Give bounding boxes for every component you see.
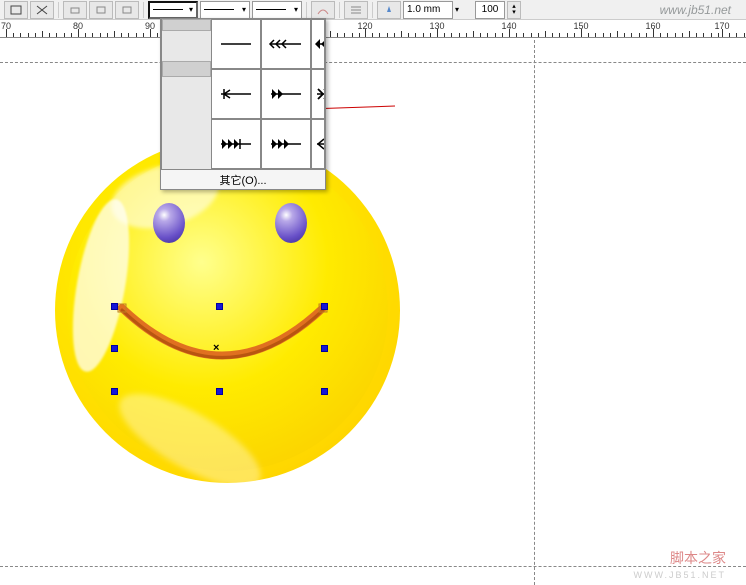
selection-center-mark: ×	[213, 342, 219, 354]
arrowhead-option-double-forward[interactable]	[261, 69, 311, 119]
chevron-down-icon: ▾	[189, 5, 193, 14]
guide-horizontal[interactable]	[0, 566, 746, 567]
line-sample	[256, 9, 286, 10]
selection-handle[interactable]	[111, 303, 118, 310]
selection-handle[interactable]	[111, 345, 118, 352]
arrowhead-other-button[interactable]: 其它(O)...	[161, 169, 325, 189]
watermark-brand-sub: WWW.JB51.NET	[633, 570, 726, 580]
arrowhead-option-simple-back[interactable]	[311, 119, 325, 169]
guide-horizontal[interactable]	[0, 62, 746, 63]
spinner-buttons[interactable]: ▴▾	[507, 1, 521, 19]
canvas-area[interactable]	[0, 38, 746, 583]
arrowhead-option-double-forward-open[interactable]	[311, 69, 325, 119]
pen-tool-button[interactable]	[377, 1, 401, 19]
tool-button-curve[interactable]	[311, 1, 335, 19]
tool-button-2[interactable]	[30, 1, 54, 19]
properties-toolbar: ▾ ▾ ▾ ▾ ▴▾	[0, 0, 746, 20]
toolbar-divider	[306, 2, 307, 18]
selection-handle[interactable]	[321, 345, 328, 352]
chevron-down-icon[interactable]: ▾	[455, 5, 459, 14]
toolbar-divider	[372, 2, 373, 18]
toolbar-divider	[58, 2, 59, 18]
arrowhead-option-triple-back-fill[interactable]	[311, 19, 325, 69]
selection-handle[interactable]	[216, 388, 223, 395]
guide-vertical[interactable]	[534, 40, 535, 585]
line-style-dropdown[interactable]: ▾	[200, 1, 250, 19]
arrowhead-option-triple-forward[interactable]	[261, 119, 311, 169]
selection-handle[interactable]	[321, 388, 328, 395]
watermark-url: www.jb51.net	[660, 3, 731, 17]
selection-handle[interactable]	[216, 303, 223, 310]
arrowhead-option-triple-back[interactable]	[261, 19, 311, 69]
tool-button-4[interactable]	[89, 1, 113, 19]
arrowhead-option-none[interactable]	[211, 19, 261, 69]
start-arrowhead-dropdown[interactable]: ▾	[148, 1, 198, 19]
toolbar-divider	[143, 2, 144, 18]
eye-left	[153, 203, 185, 243]
tool-button-wrap[interactable]	[344, 1, 368, 19]
tool-button-3[interactable]	[63, 1, 87, 19]
arrowhead-option-forward-barb[interactable]	[211, 119, 261, 169]
selection-handle[interactable]	[321, 303, 328, 310]
eye-right	[275, 203, 307, 243]
mouth-curve[interactable]	[110, 238, 335, 363]
horizontal-ruler: 708090100110120130140150160170	[0, 20, 746, 38]
end-arrowhead-dropdown[interactable]: ▾	[252, 1, 302, 19]
chevron-down-icon: ▾	[242, 5, 246, 14]
tool-button-5[interactable]	[115, 1, 139, 19]
selection-handle[interactable]	[111, 388, 118, 395]
line-sample	[204, 9, 234, 10]
arrowhead-picker-panel: 其它(O)...	[160, 18, 326, 190]
toolbar-divider	[339, 2, 340, 18]
arrowhead-option-barb[interactable]	[211, 69, 261, 119]
watermark-brand: 脚本之家	[670, 548, 726, 568]
line-sample	[153, 9, 183, 10]
line-width-input[interactable]	[403, 1, 453, 19]
tool-button-1[interactable]	[4, 1, 28, 19]
chevron-down-icon: ▾	[294, 5, 298, 14]
opacity-input[interactable]	[475, 1, 505, 19]
panel-scrollbar[interactable]	[161, 19, 211, 169]
